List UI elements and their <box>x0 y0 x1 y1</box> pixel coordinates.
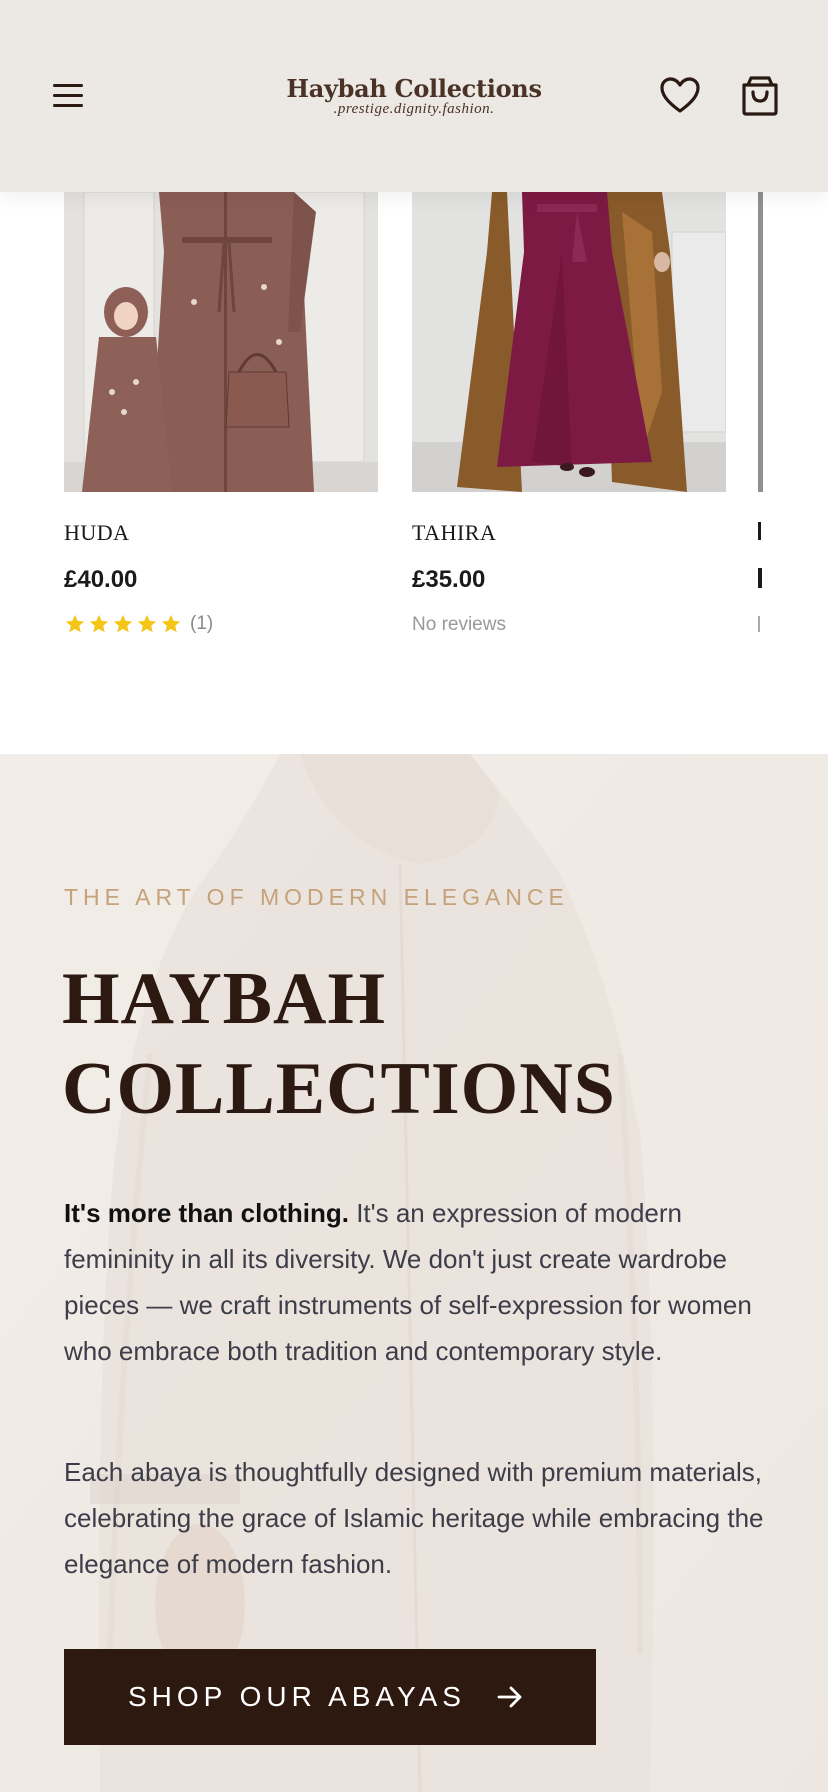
no-reviews-label: No reviews <box>412 614 506 635</box>
site-header: Haybah Collections .prestige.dignity.fas… <box>0 0 828 192</box>
site-logo[interactable]: Haybah Collections .prestige.dignity.fas… <box>0 74 828 118</box>
review-count: (1) <box>190 613 214 634</box>
star-icon <box>65 614 85 633</box>
star-icon <box>89 614 109 633</box>
product-carousel[interactable]: HUDA £40.00 (1) TAHIRA £35.00 No reviews <box>0 192 828 754</box>
heading-line-2: COLLECTIONS <box>62 1048 616 1130</box>
shopping-bag-icon[interactable] <box>738 74 782 118</box>
paragraph-lead: It's more than clothing. <box>64 1198 349 1228</box>
section-eyebrow: THE ART OF MODERN ELEGANCE <box>64 884 569 910</box>
star-icon <box>137 614 157 633</box>
star-rating <box>64 613 182 635</box>
product-name[interactable]: HUDA <box>64 520 130 546</box>
arrow-right-icon <box>497 1686 522 1708</box>
star-icon <box>113 614 133 633</box>
logo-title: Haybah Collections <box>286 74 542 103</box>
star-icon <box>161 614 181 633</box>
section-heading: HAYBAH COLLECTIONS <box>62 954 616 1134</box>
shop-abayas-button[interactable]: SHOP OUR ABAYAS <box>64 1649 596 1745</box>
brand-story-section: THE ART OF MODERN ELEGANCE HAYBAH COLLEC… <box>0 754 828 1792</box>
product-price: £35.00 <box>412 566 486 593</box>
brand-paragraph-2: Each abaya is thoughtfully designed with… <box>64 1457 764 1579</box>
product-card-partial[interactable] <box>758 192 763 754</box>
product-name[interactable]: TAHIRA <box>412 520 496 546</box>
product-rating: (1) <box>64 612 213 636</box>
logo-tagline: .prestige.dignity.fashion. <box>333 101 495 117</box>
brand-paragraph-1: It's more than clothing. It's an express… <box>64 1190 774 1374</box>
heart-icon[interactable] <box>658 74 702 118</box>
product-image-tahira[interactable] <box>412 192 726 492</box>
heading-line-1: HAYBAH <box>62 958 387 1040</box>
product-image-huda[interactable] <box>64 192 378 492</box>
shop-button-label: SHOP OUR ABAYAS <box>128 1681 466 1712</box>
product-price: £40.00 <box>64 566 138 593</box>
